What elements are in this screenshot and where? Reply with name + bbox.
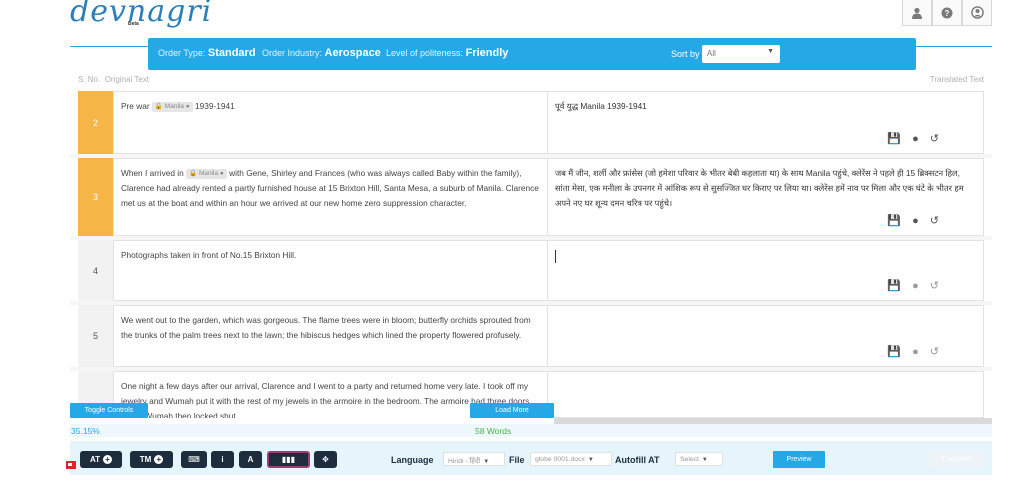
- segment-row: 3 When I arrived in 🔒 Manila ● with Gene…: [78, 158, 984, 236]
- order-type: Order Type: Standard: [158, 47, 256, 59]
- chevron-down-icon: ▼: [701, 457, 708, 463]
- autofill-label: Autofill AT: [615, 455, 660, 465]
- comment-icon[interactable]: ●: [912, 132, 919, 147]
- sort-label: Sort by: [671, 49, 700, 59]
- text-cursor: [555, 250, 556, 263]
- toggle-controls-button[interactable]: Toggle Controls: [70, 403, 148, 418]
- move-icon: ✥: [322, 455, 329, 464]
- file-label: File: [509, 455, 525, 465]
- target-text-field[interactable]: पूर्व युद्ध Manila 1939-1941 💾 ● ↺: [547, 91, 984, 154]
- source-text: When I arrived in 🔒 Manila ● with Gene, …: [113, 158, 547, 236]
- load-more-button[interactable]: Load More: [470, 403, 554, 418]
- segment-row: 4 Photographs taken in front of No.15 Br…: [78, 240, 984, 301]
- placeholder-tag: 🔒 Manila ●: [186, 169, 227, 179]
- info-icon: i: [221, 455, 224, 464]
- segment-number: 4: [78, 240, 113, 301]
- font-icon: A: [247, 455, 254, 464]
- target-text-field[interactable]: 💾 ● ↺: [547, 240, 984, 301]
- info-button[interactable]: i: [211, 451, 234, 468]
- segment-row: 2 Pre war 🔒 Manila ● 1939-1941 पूर्व युद…: [78, 91, 984, 154]
- history-icon[interactable]: ↺: [930, 132, 939, 147]
- app-root: devnagri Beta ? Order Type: Standard Ord…: [0, 0, 1034, 498]
- target-text-field[interactable]: जब मैं जीन, शर्ली और फ्रांसेस (जो हमेशा …: [547, 158, 984, 236]
- layout-toggle-button[interactable]: ▮▮▮: [267, 451, 310, 468]
- grid-layout-icon: ▮▮▮: [281, 455, 296, 464]
- segment-number: 2: [78, 91, 113, 154]
- target-text-field[interactable]: 💾 ● ↺: [547, 305, 984, 367]
- source-text: Photographs taken in front of No.15 Brix…: [113, 240, 547, 301]
- order-info-bar: Order Type: Standard Order Industry: Aer…: [148, 38, 916, 70]
- word-count: 58 Words: [475, 426, 512, 436]
- target-text-field[interactable]: [547, 371, 984, 418]
- segment-tools: 💾 ● ↺: [887, 345, 939, 360]
- segment-tools: 💾 ● ↺: [887, 214, 939, 229]
- save-icon[interactable]: 💾: [887, 279, 901, 294]
- chevron-down-icon: ▼: [767, 48, 774, 55]
- chevron-down-icon: ▼: [587, 457, 594, 463]
- politeness-level: Level of politeness: Friendly: [386, 47, 509, 59]
- segment-tools: 💾 ● ↺: [887, 132, 939, 147]
- keyboard-button[interactable]: ⌨: [181, 451, 207, 468]
- placeholder-tag: 🔒 Manila ●: [151, 102, 193, 112]
- svg-text:?: ?: [945, 9, 950, 18]
- segment-row: 5 We went out to the garden, which was g…: [78, 305, 984, 367]
- move-button[interactable]: ✥: [314, 451, 337, 468]
- language-label: Language: [391, 455, 434, 465]
- beta-label: Beta: [128, 21, 139, 27]
- save-icon[interactable]: 💾: [887, 132, 901, 147]
- history-icon[interactable]: ↺: [930, 214, 939, 229]
- plus-icon: +: [103, 455, 113, 464]
- keyboard-icon: ⌨: [188, 455, 200, 464]
- history-icon[interactable]: ↺: [930, 279, 939, 294]
- tm-toggle-button[interactable]: TM +: [130, 451, 173, 468]
- logo[interactable]: devnagri: [70, 0, 212, 29]
- file-select[interactable]: globe 0001.docx ▼: [530, 452, 612, 466]
- stats-bar: [70, 424, 992, 437]
- column-header-sno: S. No. Original Text: [78, 75, 150, 84]
- history-icon[interactable]: ↺: [930, 345, 939, 360]
- sort-select[interactable]: All ▼: [702, 45, 780, 63]
- order-industry: Order Industry: Aerospace: [262, 47, 381, 59]
- help-icon[interactable]: ?: [932, 0, 962, 26]
- flag-icon: [66, 461, 76, 469]
- user-icon[interactable]: [902, 0, 932, 26]
- preview-button[interactable]: Preview: [773, 451, 825, 468]
- segment-number: 5: [78, 305, 113, 367]
- save-icon[interactable]: 💾: [887, 345, 901, 360]
- save-icon[interactable]: 💾: [887, 214, 901, 229]
- segment-number: 3: [78, 158, 113, 236]
- chevron-down-icon: ▼: [483, 459, 490, 465]
- segment-tools: 💾 ● ↺: [887, 279, 939, 294]
- language-select[interactable]: Hindi - हिंदी ▼: [443, 452, 505, 466]
- source-text: Pre war 🔒 Manila ● 1939-1941: [113, 91, 547, 154]
- source-text: We went out to the garden, which was gor…: [113, 305, 547, 367]
- profile-icon[interactable]: [962, 0, 992, 26]
- comment-icon[interactable]: ●: [912, 214, 919, 229]
- plus-icon: +: [154, 455, 164, 464]
- at-toggle-button[interactable]: AT +: [80, 451, 122, 468]
- autofill-select[interactable]: Select ▼: [675, 452, 723, 466]
- comment-icon[interactable]: ●: [912, 345, 919, 360]
- comment-icon[interactable]: ●: [912, 279, 919, 294]
- completion-percent: 35.15%: [71, 426, 100, 436]
- font-button[interactable]: A: [239, 451, 262, 468]
- complete-button[interactable]: Complete: [929, 451, 985, 468]
- column-header-translated: Translated Text: [929, 75, 984, 84]
